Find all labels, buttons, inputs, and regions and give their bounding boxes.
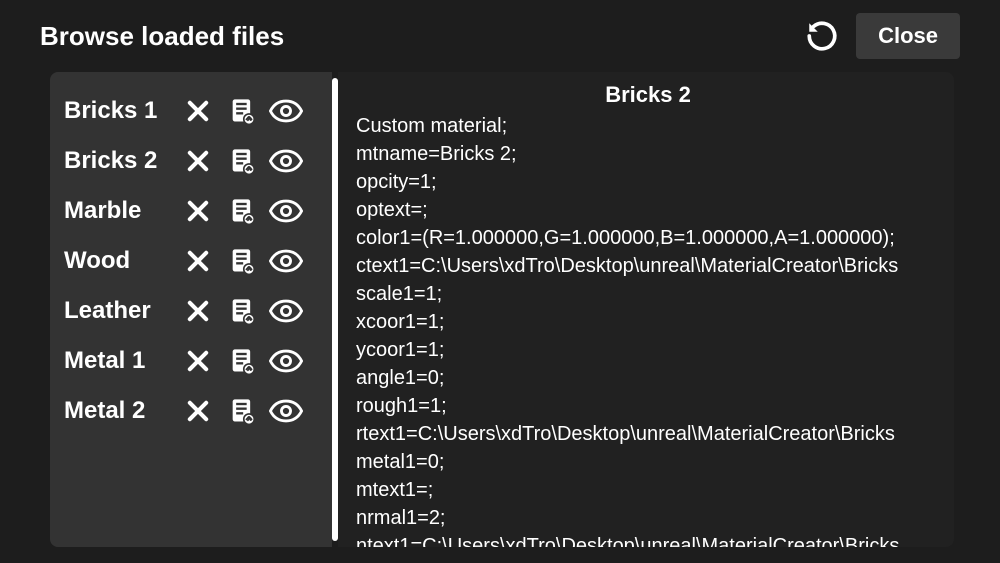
file-item-label: Marble [64, 197, 176, 225]
document-export-icon [228, 97, 256, 125]
reload-icon [805, 19, 839, 53]
remove-file-button[interactable] [176, 189, 220, 233]
detail-line: metal1=0; [356, 448, 940, 476]
body: Bricks 1 Bricks 2 Marble Wood Leather Metal 1… [16, 72, 984, 547]
open-file-button[interactable] [220, 189, 264, 233]
eye-icon [269, 347, 303, 375]
preview-file-button[interactable] [264, 139, 308, 183]
file-list-item[interactable]: Leather [64, 286, 322, 336]
close-icon [184, 297, 212, 325]
eye-icon [269, 397, 303, 425]
file-item-label: Wood [64, 247, 176, 275]
document-export-icon [228, 247, 256, 275]
detail-line: ycoor1=1; [356, 336, 940, 364]
preview-file-button[interactable] [264, 289, 308, 333]
detail-line: opcity=1; [356, 168, 940, 196]
close-icon [184, 197, 212, 225]
close-icon [184, 397, 212, 425]
close-button[interactable]: Close [856, 13, 960, 59]
detail-line: mtext1=; [356, 476, 940, 504]
remove-file-button[interactable] [176, 239, 220, 283]
file-list-item[interactable]: Marble [64, 186, 322, 236]
header: Browse loaded files Close [16, 0, 984, 72]
close-icon [184, 247, 212, 275]
eye-icon [269, 247, 303, 275]
document-export-icon [228, 397, 256, 425]
close-icon [184, 347, 212, 375]
detail-panel: Bricks 2 Custom material;mtname=Bricks 2… [338, 72, 954, 547]
remove-file-button[interactable] [176, 389, 220, 433]
window-title: Browse loaded files [40, 21, 802, 52]
open-file-button[interactable] [220, 239, 264, 283]
document-export-icon [228, 147, 256, 175]
eye-icon [269, 147, 303, 175]
detail-title: Bricks 2 [356, 82, 940, 108]
detail-line: optext=; [356, 196, 940, 224]
file-list-item[interactable]: Metal 1 [64, 336, 322, 386]
detail-line: angle1=0; [356, 364, 940, 392]
close-icon [184, 147, 212, 175]
document-export-icon [228, 297, 256, 325]
detail-line: xcoor1=1; [356, 308, 940, 336]
close-icon [184, 97, 212, 125]
detail-line: nrmal1=2; [356, 504, 940, 532]
reload-button[interactable] [802, 16, 842, 56]
detail-line: rtext1=C:\Users\xdTro\Desktop\unreal\Mat… [356, 420, 940, 448]
file-list-item[interactable]: Bricks 1 [64, 86, 322, 136]
open-file-button[interactable] [220, 339, 264, 383]
document-export-icon [228, 347, 256, 375]
file-list-item[interactable]: Wood [64, 236, 322, 286]
open-file-button[interactable] [220, 139, 264, 183]
remove-file-button[interactable] [176, 289, 220, 333]
open-file-button[interactable] [220, 389, 264, 433]
detail-body: Custom material;mtname=Bricks 2;opcity=1… [356, 112, 940, 547]
detail-line: ntext1=C:\Users\xdTro\Desktop\unreal\Mat… [356, 532, 940, 547]
detail-line: ctext1=C:\Users\xdTro\Desktop\unreal\Mat… [356, 252, 940, 280]
preview-file-button[interactable] [264, 239, 308, 283]
detail-line: rough1=1; [356, 392, 940, 420]
detail-line: mtname=Bricks 2; [356, 140, 940, 168]
preview-file-button[interactable] [264, 189, 308, 233]
detail-line: color1=(R=1.000000,G=1.000000,B=1.000000… [356, 224, 940, 252]
open-file-button[interactable] [220, 289, 264, 333]
remove-file-button[interactable] [176, 339, 220, 383]
detail-line: scale1=1; [356, 280, 940, 308]
preview-file-button[interactable] [264, 89, 308, 133]
file-item-label: Bricks 2 [64, 147, 176, 175]
eye-icon [269, 97, 303, 125]
remove-file-button[interactable] [176, 89, 220, 133]
preview-file-button[interactable] [264, 339, 308, 383]
file-list-sidebar: Bricks 1 Bricks 2 Marble Wood Leather Metal 1… [50, 72, 332, 547]
file-item-label: Leather [64, 297, 176, 325]
file-list-item[interactable]: Bricks 2 [64, 136, 322, 186]
detail-line: Custom material; [356, 112, 940, 140]
remove-file-button[interactable] [176, 139, 220, 183]
close-button-label: Close [878, 23, 938, 48]
file-item-label: Metal 1 [64, 347, 176, 375]
browse-files-window: Browse loaded files Close Bricks 1Bricks… [0, 0, 1000, 563]
open-file-button[interactable] [220, 89, 264, 133]
eye-icon [269, 297, 303, 325]
document-export-icon [228, 197, 256, 225]
file-item-label: Metal 2 [64, 397, 176, 425]
eye-icon [269, 197, 303, 225]
preview-file-button[interactable] [264, 389, 308, 433]
file-item-label: Bricks 1 [64, 97, 176, 125]
file-list-item[interactable]: Metal 2 [64, 386, 322, 436]
